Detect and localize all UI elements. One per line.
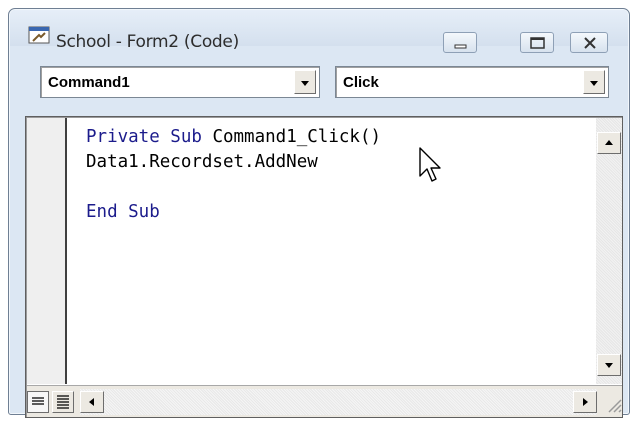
scroll-right-arrow-icon[interactable] bbox=[573, 391, 597, 413]
code-line[interactable]: Private Sub Command1_Click() bbox=[86, 125, 596, 150]
editor-bottom-bar bbox=[27, 385, 622, 417]
minimize-icon bbox=[454, 44, 467, 49]
code-text-area[interactable]: Private Sub Command1_Click() Data1.Record… bbox=[86, 125, 596, 225]
resize-grip-icon[interactable] bbox=[601, 390, 623, 416]
object-combobox-value: Command1 bbox=[48, 74, 130, 91]
margin-indicator-bar[interactable] bbox=[27, 118, 67, 384]
scroll-up-arrow-icon[interactable] bbox=[597, 132, 621, 154]
title-bar[interactable]: School - Form2 (Code) bbox=[10, 10, 628, 53]
code-line[interactable]: End Sub bbox=[86, 200, 596, 225]
close-button[interactable] bbox=[570, 32, 608, 53]
object-dropdown-arrow-icon[interactable] bbox=[294, 70, 316, 94]
procedure-dropdown-arrow-icon[interactable] bbox=[583, 70, 605, 94]
procedure-view-icon bbox=[32, 397, 44, 405]
procedure-combobox-value: Click bbox=[343, 74, 379, 91]
scroll-down-arrow-icon[interactable] bbox=[597, 354, 621, 376]
code-line[interactable]: Data1.Recordset.AddNew bbox=[86, 150, 596, 175]
scroll-left-arrow-icon[interactable] bbox=[80, 391, 104, 413]
code-token: Command1_Click() bbox=[212, 127, 382, 147]
maximize-icon bbox=[530, 37, 545, 49]
full-module-view-button[interactable] bbox=[52, 391, 74, 413]
code-keyword: Private Sub bbox=[86, 127, 213, 147]
mouse-pointer-icon bbox=[419, 147, 441, 182]
form-code-icon bbox=[28, 26, 50, 44]
object-combobox[interactable]: Command1 bbox=[40, 66, 320, 98]
code-line[interactable] bbox=[86, 175, 596, 200]
procedure-combobox[interactable]: Click bbox=[335, 66, 609, 98]
maximize-button[interactable] bbox=[520, 32, 554, 53]
code-window: School - Form2 (Code) Command1 Click Pri… bbox=[8, 8, 630, 418]
minimize-button[interactable] bbox=[443, 32, 477, 53]
code-keyword: End Sub bbox=[86, 202, 160, 222]
vertical-scrollbar[interactable] bbox=[596, 118, 622, 384]
full-module-view-icon bbox=[57, 395, 69, 409]
window-title: School - Form2 (Code) bbox=[56, 32, 239, 52]
code-token: Data1.Recordset.AddNew bbox=[86, 152, 318, 172]
code-editor[interactable]: Private Sub Command1_Click() Data1.Record… bbox=[25, 116, 623, 418]
close-icon bbox=[584, 37, 596, 49]
procedure-view-button[interactable] bbox=[27, 391, 49, 413]
horizontal-scrollbar[interactable] bbox=[80, 389, 597, 415]
